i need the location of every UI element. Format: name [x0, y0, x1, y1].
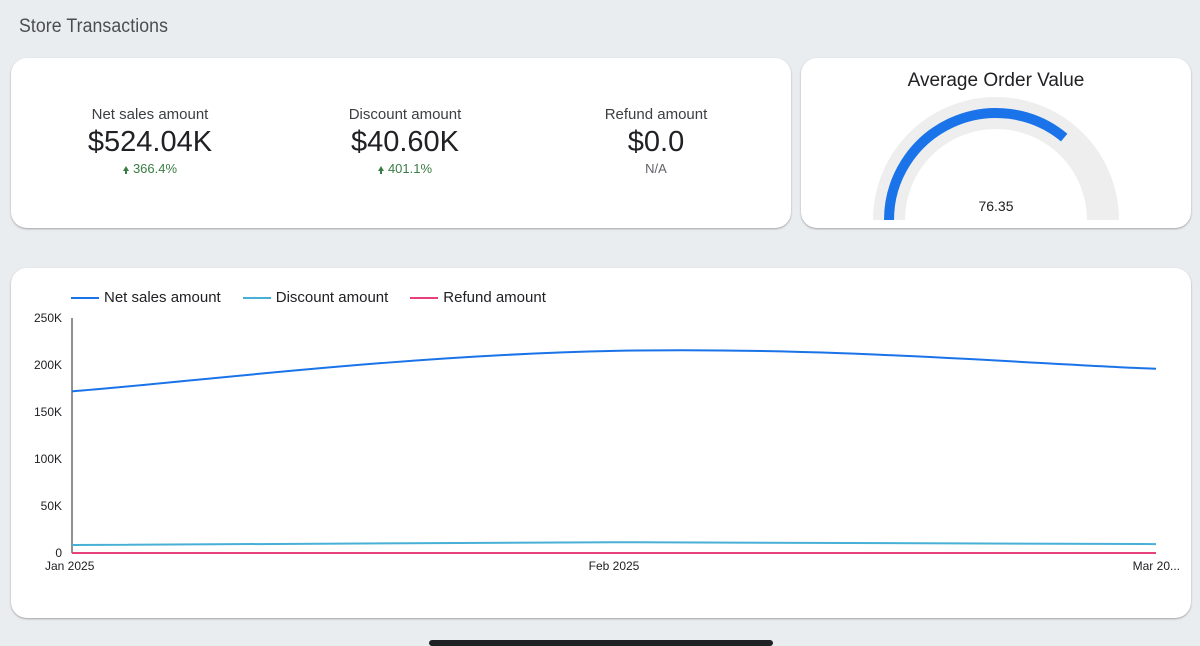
gauge-value: 76.35	[978, 198, 1014, 214]
kpi-label: Discount amount	[348, 106, 462, 123]
gauge-panel[interactable]: Average Order Value 76.35	[801, 58, 1191, 228]
arrow-up-icon	[377, 166, 384, 174]
kpi-value: $40.60K	[350, 126, 460, 158]
y-tick-label: 200K	[34, 358, 62, 372]
kpi-net-sales[interactable]: Net sales amount $524.04K 366.4%	[40, 106, 260, 177]
y-tick-label: 150K	[34, 405, 62, 419]
kpi-delta-value: 401.1%	[387, 161, 433, 176]
y-axis-ticks: 0 50K 100K 150K 200K 250K	[34, 311, 62, 560]
kpi-discount[interactable]: Discount amount $40.60K 401.1%	[295, 106, 515, 177]
line-chart: 0 50K 100K 150K 200K 250K Jan 2025 Feb 2025 Mar…	[34, 311, 1180, 573]
timeseries-chart-panel[interactable]: Net sales amount Discount amount Refund …	[11, 268, 1191, 618]
y-tick-label: 50K	[41, 499, 62, 513]
kpi-delta: 366.4%	[40, 161, 260, 177]
series-line-net-sales-amount[interactable]	[71, 349, 1157, 393]
kpi-refund[interactable]: Refund amount $0.0 N/A	[546, 106, 766, 177]
kpi-delta: N/A	[645, 161, 667, 176]
page-title: Store Transactions	[19, 16, 169, 37]
y-tick-label: 0	[55, 546, 62, 560]
kpi-label: Net sales amount	[91, 106, 209, 123]
series-line-discount-amount[interactable]	[71, 541, 1157, 547]
arrow-up-icon	[122, 166, 129, 174]
kpi-value: $524.04K	[87, 126, 213, 158]
kpi-delta: 401.1%	[295, 161, 515, 177]
y-tick-label: 100K	[34, 452, 62, 466]
bottom-scroll-bar[interactable]	[429, 640, 773, 646]
y-tick-label: 250K	[34, 311, 62, 325]
kpi-scorecard-panel: Net sales amount $524.04K 366.4% Discoun…	[11, 58, 791, 228]
x-tick-label: Jan 2025	[45, 559, 95, 573]
x-axis-ticks: Jan 2025 Feb 2025 Mar 20...	[45, 559, 1180, 573]
series-lines	[71, 349, 1157, 554]
x-tick-label: Feb 2025	[589, 559, 640, 573]
kpi-delta-value: 366.4%	[132, 161, 178, 176]
kpi-value: $0.0	[627, 126, 685, 158]
kpi-label: Refund amount	[604, 106, 708, 123]
x-tick-label: Mar 20...	[1133, 559, 1180, 573]
